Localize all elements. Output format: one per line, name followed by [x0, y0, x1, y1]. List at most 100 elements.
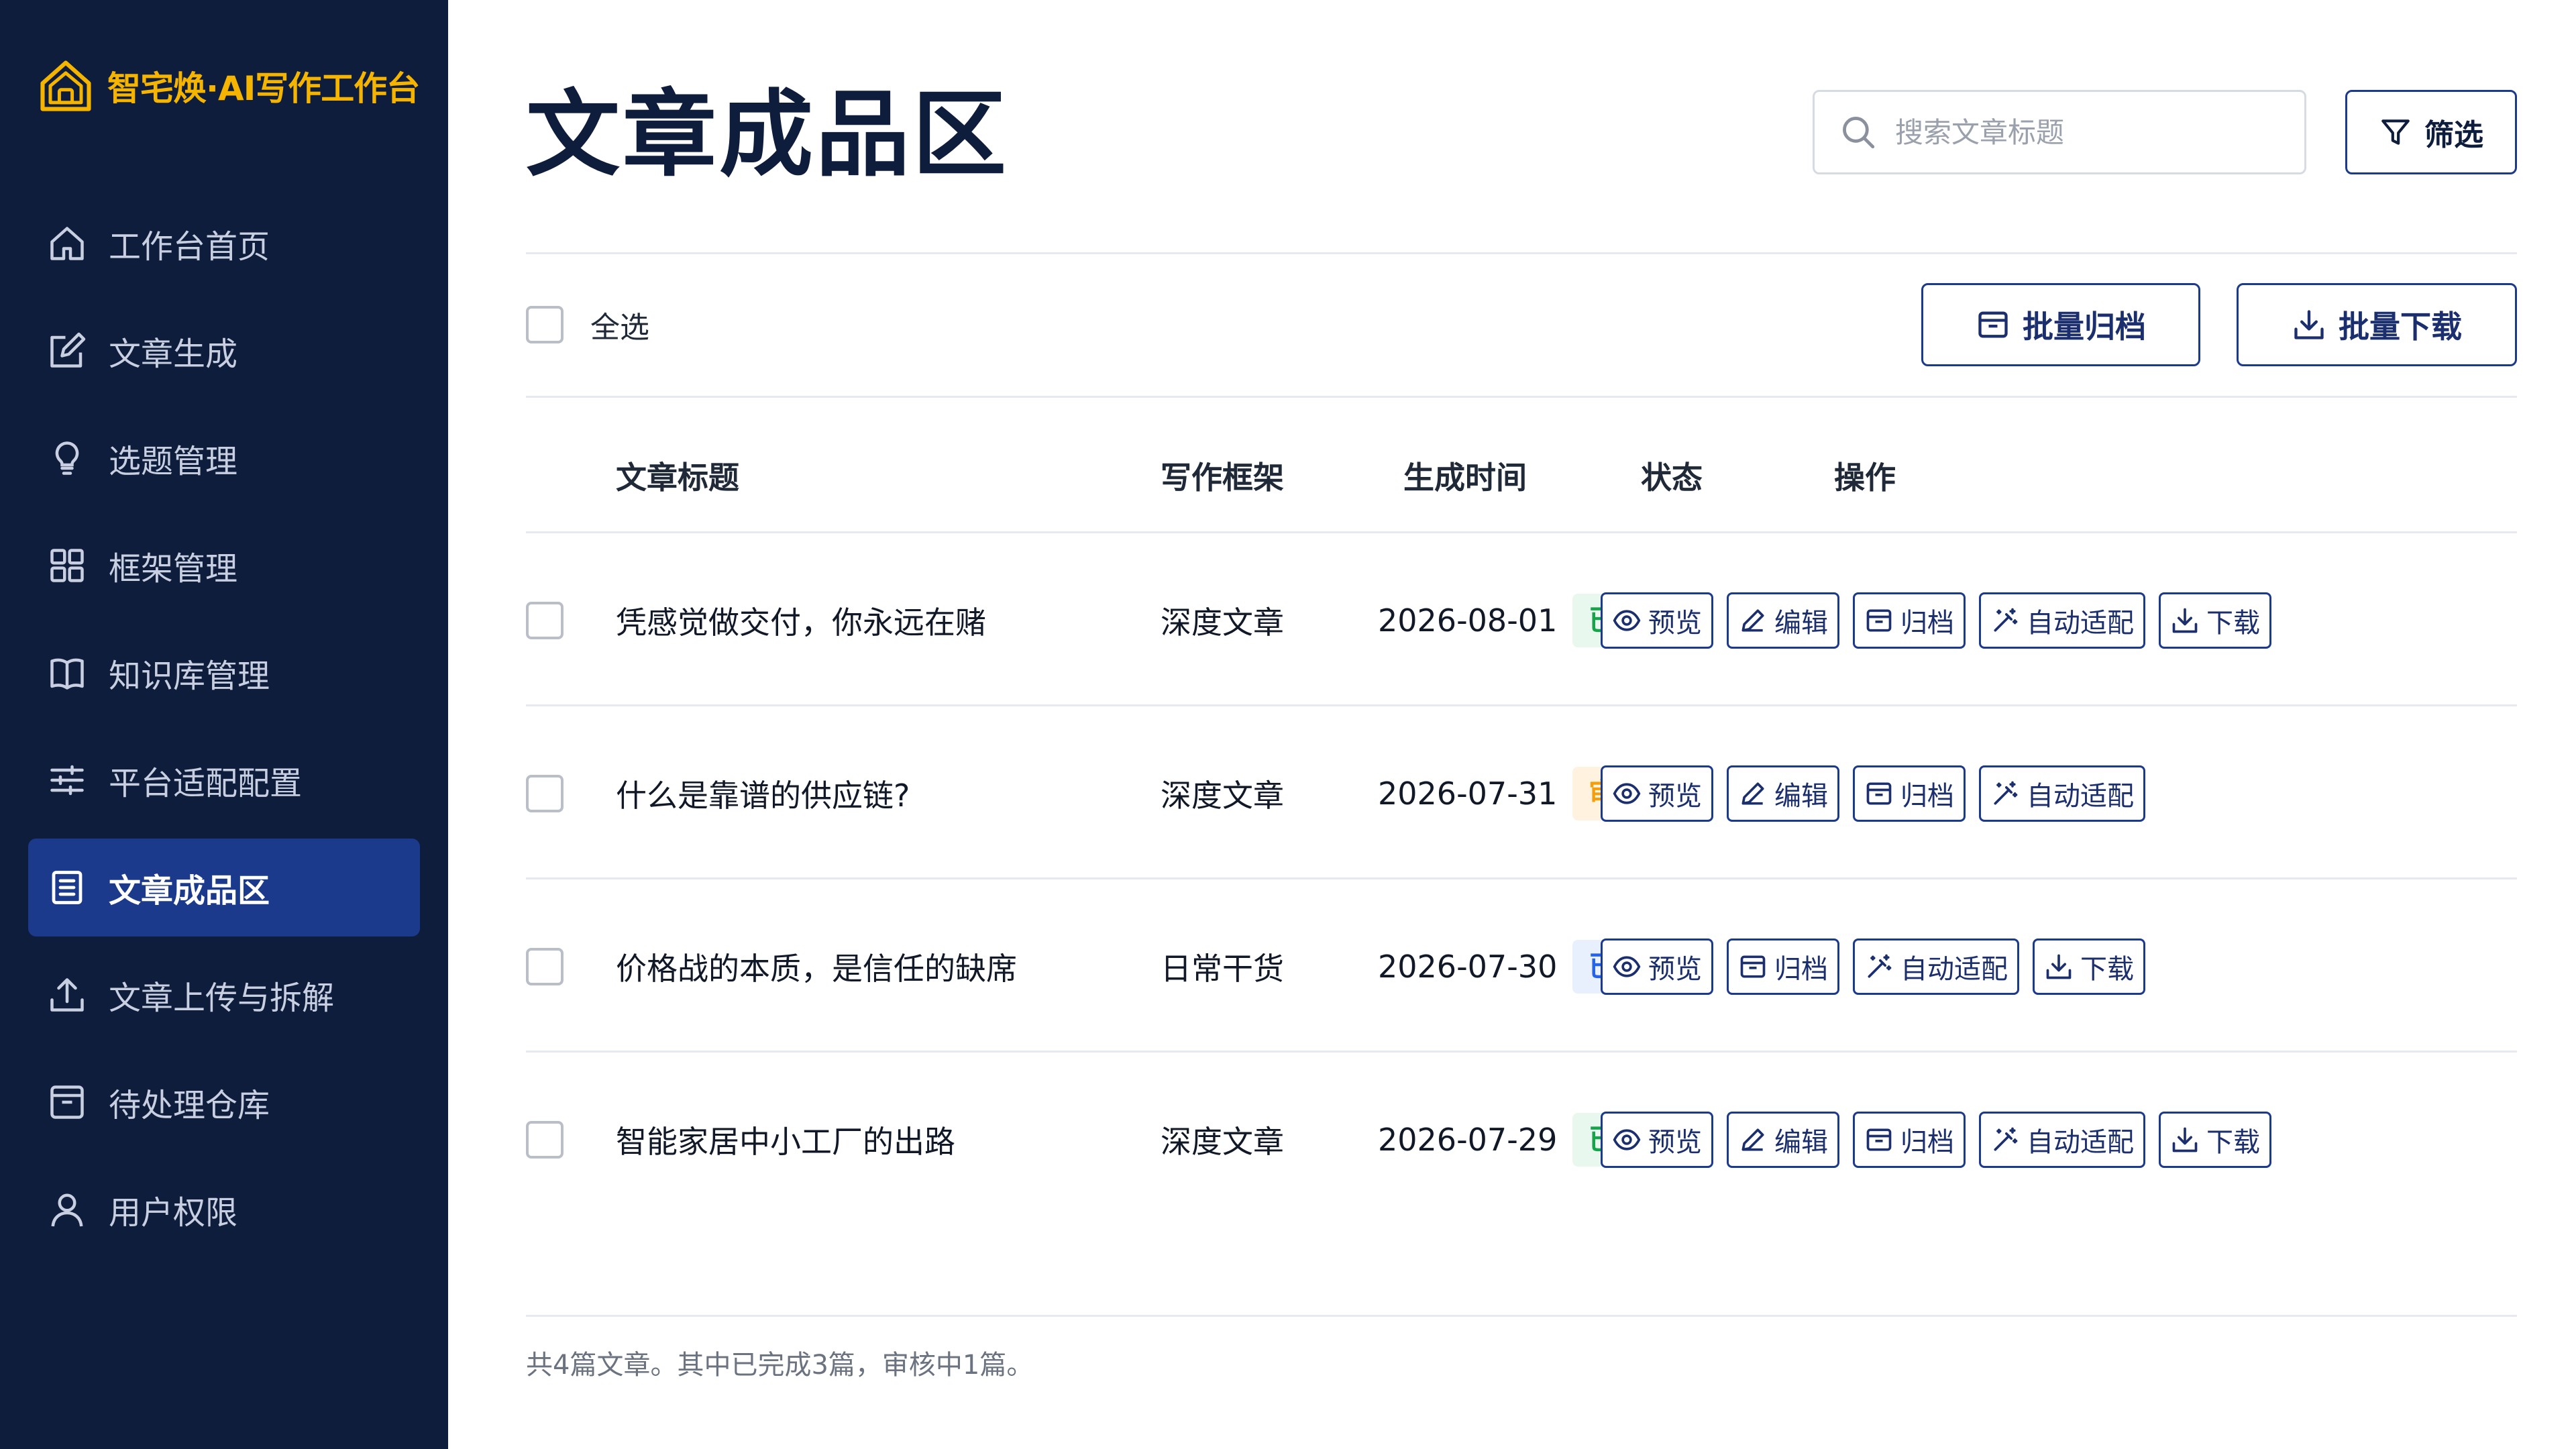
- article-date: 2026-07-30: [1378, 949, 1558, 985]
- main-content: 文章成品区 筛选 全选 批量归档 批量下载 文章标题 写作框架 生成时间 状态 …: [448, 0, 2576, 1449]
- action-label: 归档: [1774, 955, 1828, 984]
- search-box[interactable]: [1813, 90, 2306, 174]
- action-label: 自动适配: [2027, 608, 2134, 638]
- archive-button[interactable]: 归档: [1727, 938, 1839, 995]
- sidebar-item-knowledge[interactable]: 知识库管理: [28, 624, 420, 722]
- article-title[interactable]: 价格战的本质，是信任的缺席: [616, 880, 1017, 1053]
- article-title[interactable]: 凭感觉做交付，你永远在赌: [616, 534, 986, 707]
- auto-adapt-button[interactable]: 自动适配: [1979, 765, 2145, 822]
- row-divider: [526, 1051, 2517, 1053]
- article-date: 2026-07-29: [1378, 1122, 1558, 1158]
- book-icon: [47, 653, 87, 693]
- article-framework: 深度文章: [1161, 777, 1284, 814]
- archive-button[interactable]: 归档: [1853, 765, 1966, 822]
- sidebar-item-user-permissions[interactable]: 用户权限: [28, 1161, 420, 1258]
- user-icon: [47, 1189, 87, 1230]
- sidebar-item-label: 文章成品区: [109, 872, 270, 910]
- select-all-checkbox[interactable]: [526, 306, 564, 343]
- download-icon: [2170, 606, 2206, 635]
- auto-adapt-button[interactable]: 自动适配: [1979, 1112, 2145, 1168]
- action-label: 自动适配: [1900, 955, 2008, 984]
- article-framework: 深度文章: [1161, 604, 1284, 641]
- article-title[interactable]: 什么是靠谱的供应链?: [616, 707, 910, 880]
- page-title: 文章成品区: [526, 80, 1010, 190]
- sidebar-item-articles[interactable]: 文章成品区: [28, 839, 420, 936]
- auto-adapt-button[interactable]: 自动适配: [1853, 938, 2019, 995]
- column-header-actions: 操作: [1834, 460, 1896, 496]
- archive-box-icon: [1864, 779, 1900, 808]
- action-label: 自动适配: [2027, 1128, 2134, 1157]
- preview-button[interactable]: 预览: [1601, 938, 1713, 995]
- edit-button[interactable]: 编辑: [1727, 1112, 1839, 1168]
- preview-button[interactable]: 预览: [1601, 1112, 1713, 1168]
- article-framework: 日常干货: [1161, 951, 1284, 987]
- search-icon: [1843, 117, 1875, 149]
- sidebar-item-upload[interactable]: 文章上传与拆解: [28, 946, 420, 1044]
- column-header-date: 生成时间: [1403, 460, 1527, 496]
- select-all[interactable]: 全选: [526, 303, 649, 346]
- action-label: 下载: [2080, 955, 2134, 984]
- divider: [526, 1315, 2517, 1317]
- filter-button[interactable]: 筛选: [2345, 90, 2517, 174]
- house-logo-icon: [40, 60, 91, 111]
- pencil-icon: [1738, 779, 1774, 808]
- sidebar-item-label: 工作台首页: [109, 228, 270, 266]
- archive-box-icon: [47, 1082, 87, 1122]
- archive-box-icon: [1864, 606, 1900, 635]
- archive-box-icon: [1864, 1125, 1900, 1155]
- magic-wand-icon: [1990, 1125, 2027, 1155]
- sidebar: 智宅焕·AI写作工作台 工作台首页 文章生成 选题管理 框架管理 知识库管理 平…: [0, 0, 448, 1449]
- archive-button[interactable]: 归档: [1853, 1112, 1966, 1168]
- action-label: 归档: [1900, 1128, 1954, 1157]
- download-icon: [2294, 310, 2324, 339]
- filter-icon: [2381, 119, 2410, 145]
- edit-button[interactable]: 编辑: [1727, 765, 1839, 822]
- search-input[interactable]: [1894, 115, 2272, 150]
- archive-button[interactable]: 归档: [1853, 592, 1966, 649]
- divider: [526, 252, 2517, 254]
- sidebar-item-platform-config[interactable]: 平台适配配置: [28, 731, 420, 829]
- pencil-icon: [1738, 1125, 1774, 1155]
- article-title[interactable]: 智能家居中小工厂的出路: [616, 1053, 955, 1226]
- sidebar-item-frameworks[interactable]: 框架管理: [28, 517, 420, 614]
- sliders-icon: [47, 760, 87, 800]
- action-label: 下载: [2206, 1128, 2260, 1157]
- table-row: 价格战的本质，是信任的缺席 日常干货 2026-07-30 已发布 预览归档自动…: [526, 880, 2517, 1053]
- sidebar-item-label: 平台适配配置: [109, 765, 303, 802]
- row-checkbox[interactable]: [526, 602, 564, 639]
- row-checkbox[interactable]: [526, 775, 564, 812]
- divider: [526, 396, 2517, 398]
- brand[interactable]: 智宅焕·AI写作工作台: [35, 54, 420, 118]
- auto-adapt-button[interactable]: 自动适配: [1979, 592, 2145, 649]
- bulk-archive-label: 批量归档: [2023, 309, 2146, 344]
- sidebar-item-home[interactable]: 工作台首页: [28, 195, 420, 292]
- magic-wand-icon: [1864, 952, 1900, 981]
- table-row: 凭感觉做交付，你永远在赌 深度文章 2026-08-01 已完成 预览编辑归档自…: [526, 534, 2517, 707]
- eye-icon: [1612, 606, 1648, 635]
- download-button[interactable]: 下载: [2159, 592, 2271, 649]
- table-row: 智能家居中小工厂的出路 深度文章 2026-07-29 已完成 预览编辑归档自动…: [526, 1053, 2517, 1226]
- eye-icon: [1612, 952, 1648, 981]
- sidebar-item-label: 待处理仓库: [109, 1087, 270, 1124]
- home-icon: [47, 223, 87, 264]
- row-checkbox[interactable]: [526, 948, 564, 985]
- sidebar-item-generate[interactable]: 文章生成: [28, 302, 420, 400]
- bulk-download-button[interactable]: 批量下载: [2237, 283, 2517, 366]
- eye-icon: [1612, 779, 1648, 808]
- preview-button[interactable]: 预览: [1601, 592, 1713, 649]
- sidebar-item-topics[interactable]: 选题管理: [28, 409, 420, 507]
- sidebar-item-label: 知识库管理: [109, 657, 270, 695]
- app: 智宅焕·AI写作工作台 工作台首页 文章生成 选题管理 框架管理 知识库管理 平…: [0, 0, 2576, 1449]
- sidebar-item-pending[interactable]: 待处理仓库: [28, 1053, 420, 1151]
- row-divider: [526, 877, 2517, 879]
- row-actions: 预览 归档 自动适配 下载: [1601, 938, 2159, 995]
- row-actions: 预览 编辑 归档 自动适配 下载: [1601, 592, 2285, 649]
- download-button[interactable]: 下载: [2033, 938, 2145, 995]
- bulk-archive-button[interactable]: 批量归档: [1921, 283, 2200, 366]
- column-header-title: 文章标题: [616, 460, 739, 496]
- download-button[interactable]: 下载: [2159, 1112, 2271, 1168]
- preview-button[interactable]: 预览: [1601, 765, 1713, 822]
- sidebar-item-label: 文章生成: [109, 335, 238, 373]
- edit-button[interactable]: 编辑: [1727, 592, 1839, 649]
- row-checkbox[interactable]: [526, 1121, 564, 1159]
